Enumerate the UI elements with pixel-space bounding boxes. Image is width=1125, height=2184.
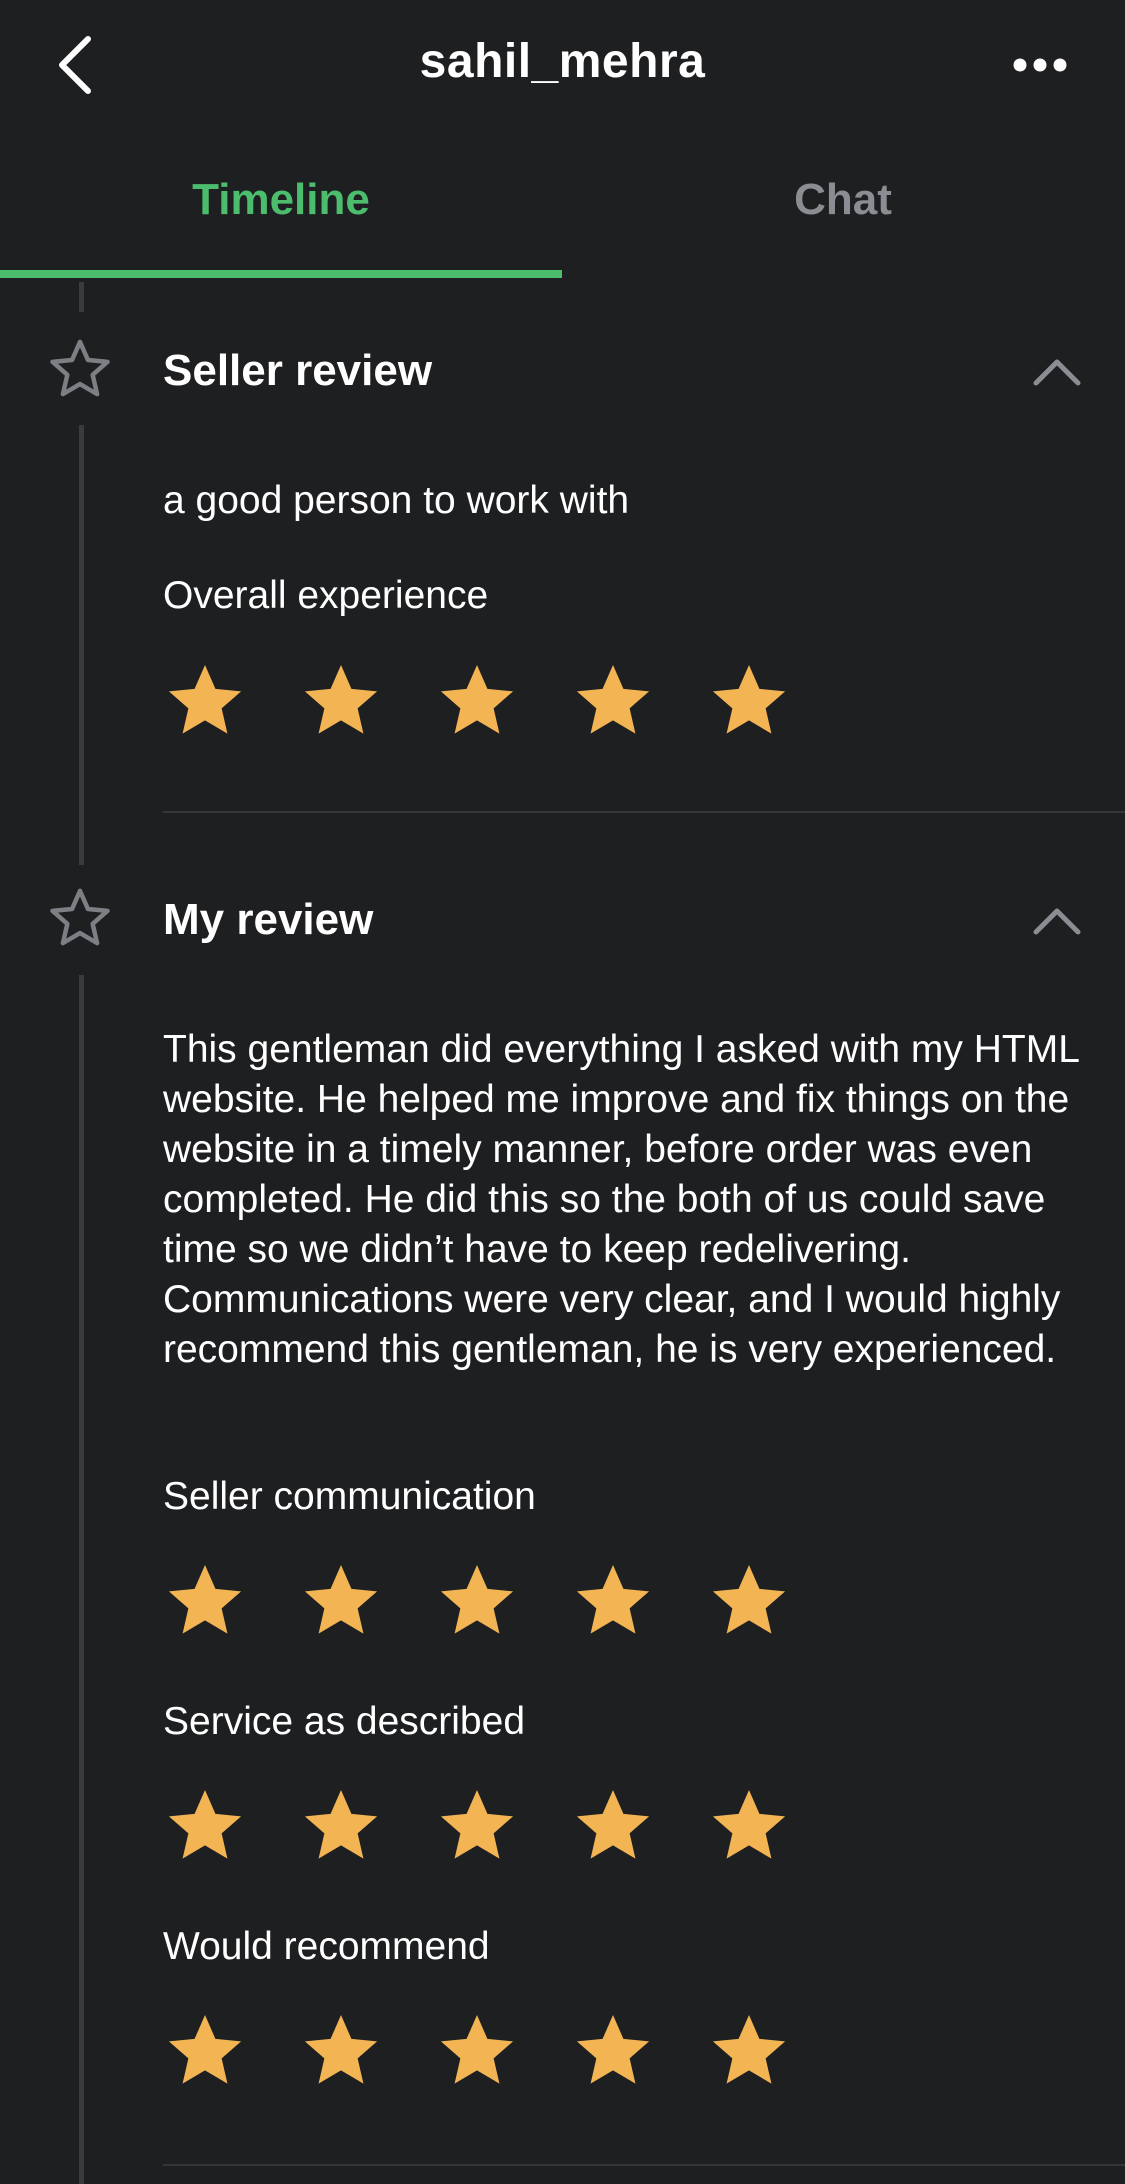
chevron-up-icon[interactable]	[1032, 906, 1082, 936]
more-options-button[interactable]	[1010, 42, 1070, 88]
star-rating	[163, 2010, 791, 2094]
tab-timeline[interactable]: Timeline	[0, 175, 562, 225]
star-filled-icon	[304, 1565, 378, 1634]
star-filled-icon	[576, 1790, 650, 1859]
star-filled-icon	[168, 665, 242, 734]
tab-chat[interactable]: Chat	[562, 175, 1124, 225]
top-bar: sahil_mehra	[0, 0, 1125, 130]
rating-label: Service as described	[163, 1700, 526, 1743]
rating-label: Would recommend	[163, 1925, 490, 1968]
star-rating	[163, 1560, 791, 1644]
star-rating	[163, 1785, 791, 1869]
star-filled-icon	[440, 1565, 514, 1634]
star-filled-icon	[304, 665, 378, 734]
star-filled-icon	[576, 1565, 650, 1634]
timeline-line	[79, 975, 84, 2184]
chevron-up-icon[interactable]	[1032, 357, 1082, 387]
star-rating	[163, 660, 791, 744]
divider	[163, 811, 1125, 813]
star-filled-icon	[168, 1790, 242, 1859]
section-title: My review	[163, 895, 374, 944]
more-dots-icon	[1013, 58, 1067, 72]
star-outline-icon	[48, 887, 112, 951]
rating-label: Overall experience	[163, 574, 489, 617]
star-filled-icon	[440, 1790, 514, 1859]
star-filled-icon	[440, 665, 514, 734]
timeline-line	[79, 282, 84, 312]
active-tab-indicator	[0, 270, 562, 278]
star-filled-icon	[712, 2015, 786, 2084]
review-comment: a good person to work with	[163, 479, 630, 522]
star-filled-icon	[712, 1790, 786, 1859]
rating-label: Seller communication	[163, 1475, 536, 1518]
tab-bar: Timeline Chat	[0, 150, 1125, 280]
divider	[163, 2164, 1125, 2166]
star-filled-icon	[168, 2015, 242, 2084]
star-filled-icon	[576, 2015, 650, 2084]
page-title: sahil_mehra	[419, 35, 706, 88]
star-filled-icon	[440, 2015, 514, 2084]
star-filled-icon	[304, 1790, 378, 1859]
review-comment: This gentleman did everything I asked wi…	[163, 1028, 1079, 1371]
star-outline-icon	[48, 338, 112, 402]
star-filled-icon	[576, 665, 650, 734]
section-title: Seller review	[163, 346, 433, 395]
star-filled-icon	[712, 1565, 786, 1634]
timeline-line	[79, 425, 84, 865]
star-filled-icon	[712, 665, 786, 734]
star-filled-icon	[304, 2015, 378, 2084]
star-filled-icon	[168, 1565, 242, 1634]
